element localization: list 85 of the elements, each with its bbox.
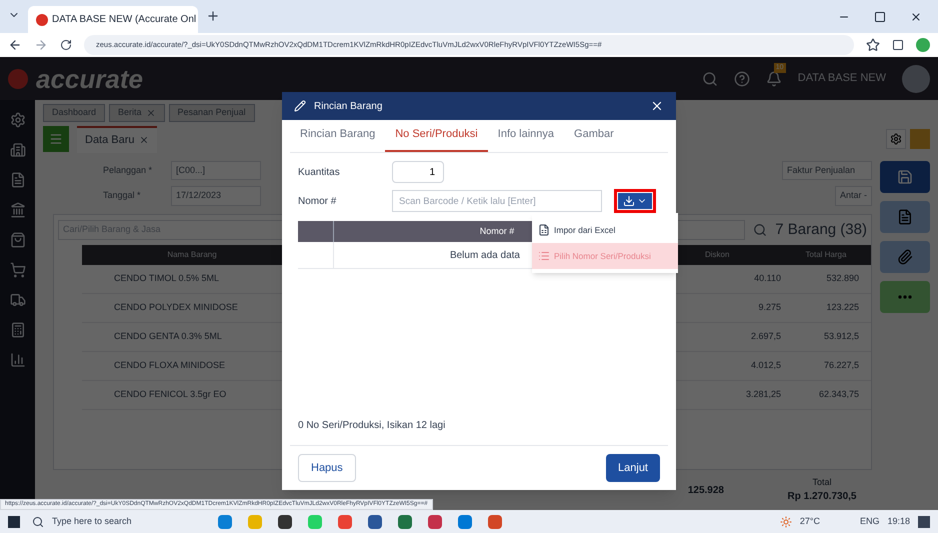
settings-icon — [890, 133, 902, 146]
document-type-select[interactable]: Faktur Penjualan — [782, 160, 872, 180]
footer-text: 0 No Seri/Produksi, Isikan 12 lagi — [298, 419, 446, 433]
total-cell-text: 53.912,5 — [822, 330, 860, 344]
continue-button[interactable]: Lanjut — [606, 454, 660, 482]
database-name[interactable]: DATA BASE NEW — [798, 70, 886, 87]
search-icon[interactable] — [753, 222, 768, 237]
menu-button[interactable] — [43, 126, 69, 152]
discount-cell-text: 3.281,25 — [744, 388, 781, 402]
serial-number-field[interactable]: Scan Barcode / Ketik lalu [Enter] — [392, 190, 602, 212]
save-icon — [897, 168, 913, 184]
customer-field[interactable]: [C00...] — [171, 160, 261, 180]
total-label: Total — [812, 476, 832, 489]
close-icon[interactable] — [910, 11, 922, 23]
discount-cell-text: 2.697,5 — [750, 330, 781, 344]
bell-icon[interactable] — [766, 70, 782, 86]
item-name: CENDO GENTA 0.3% 5ML — [113, 330, 223, 344]
delete-button[interactable]: Hapus — [298, 454, 356, 482]
total-cell-text: 62.343,75 — [818, 388, 860, 402]
deliver-button[interactable]: Antar - — [834, 186, 872, 206]
total-cell-text: 532.890 — [825, 272, 860, 286]
app-icon[interactable] — [428, 514, 442, 528]
maximize-icon[interactable] — [874, 11, 886, 23]
sidebar-icon[interactable] — [892, 39, 904, 51]
taskbar-search-field[interactable]: Type here to search — [32, 514, 182, 528]
field-label: Tanggal * — [103, 189, 142, 202]
search-icon[interactable] — [702, 70, 718, 86]
dialog-title: Rincian Barang — [314, 100, 382, 114]
app-icon[interactable] — [278, 514, 292, 528]
spreadsheet-icon — [538, 224, 550, 236]
total-cell-text: 123.225 — [825, 301, 860, 314]
settings-button[interactable] — [886, 129, 906, 150]
weather-icon — [780, 516, 792, 528]
site-icon — [36, 14, 48, 26]
temperature: 27°C — [800, 514, 820, 528]
discount-cell-text: 4.012,5 — [750, 359, 781, 372]
app-icon[interactable] — [398, 514, 412, 528]
document-icon — [897, 208, 913, 224]
field-label: Kuantitas — [298, 166, 341, 180]
subtotal-value: 125.928 — [688, 484, 724, 498]
item-name: CENDO TIMOL 0.5% 5ML — [113, 272, 220, 286]
language-indicator[interactable]: ENG — [860, 514, 880, 528]
new-tab-icon[interactable] — [206, 9, 220, 23]
quantity-field[interactable]: 1 — [392, 161, 444, 183]
app-logo: accurate — [36, 66, 143, 92]
clock[interactable]: 19:18 — [887, 514, 910, 528]
save-button[interactable] — [880, 160, 930, 192]
close-icon[interactable] — [650, 99, 664, 113]
item-name: CENDO POLYDEX MINIDOSE — [113, 301, 239, 314]
forward-icon[interactable] — [34, 38, 48, 52]
pencil-icon — [294, 100, 306, 112]
search-icon — [32, 516, 44, 528]
bookmark-icon[interactable] — [866, 38, 880, 52]
dialog-tab[interactable]: Info lainnya — [488, 126, 564, 152]
item-count: 7 Barang (38) — [775, 220, 867, 240]
document-button[interactable] — [880, 200, 930, 232]
app-icon[interactable] — [368, 514, 382, 528]
profile-avatar[interactable] — [916, 38, 930, 52]
import-dropdown-button[interactable] — [618, 193, 652, 209]
form-tab[interactable]: Data Baru — [77, 126, 157, 152]
dialog-tab[interactable]: Rincian Barang — [290, 126, 386, 152]
total-cell-text: 76.227,5 — [822, 359, 860, 372]
dialog-tab[interactable]: No Seri/Produksi — [385, 126, 488, 152]
attachment-button[interactable] — [880, 240, 930, 272]
tab-title: DATA BASE NEW (Accurate Onl — [52, 13, 196, 27]
empty-message: Belum ada data — [450, 248, 520, 262]
field-label: Nomor # — [298, 194, 338, 208]
item-name: CENDO FLOXA MINIDOSE — [113, 359, 226, 372]
discount-cell-text: 9.275 — [757, 301, 781, 314]
back-icon[interactable] — [8, 38, 22, 52]
browser-tab[interactable]: DATA BASE NEW (Accurate Onl — [28, 6, 198, 33]
item-name: CENDO FENICOL 3.5gr EO — [113, 388, 228, 402]
paperclip-icon — [897, 248, 913, 264]
dialog-tab[interactable]: Gambar — [564, 126, 624, 152]
help-icon[interactable] — [734, 70, 750, 86]
discount-cell-text: 40.110 — [753, 272, 781, 286]
total-value: Rp 1.270.730,5 — [788, 490, 856, 504]
search-placeholder: Type here to search — [52, 514, 132, 528]
field-label: Pelanggan * — [103, 164, 154, 177]
more-icon — [898, 294, 912, 298]
user-avatar[interactable] — [902, 64, 930, 92]
date-field[interactable]: 17/12/2023 — [171, 186, 261, 206]
download-icon — [623, 195, 635, 207]
reload-icon[interactable] — [60, 39, 72, 51]
logo-icon — [8, 68, 28, 88]
